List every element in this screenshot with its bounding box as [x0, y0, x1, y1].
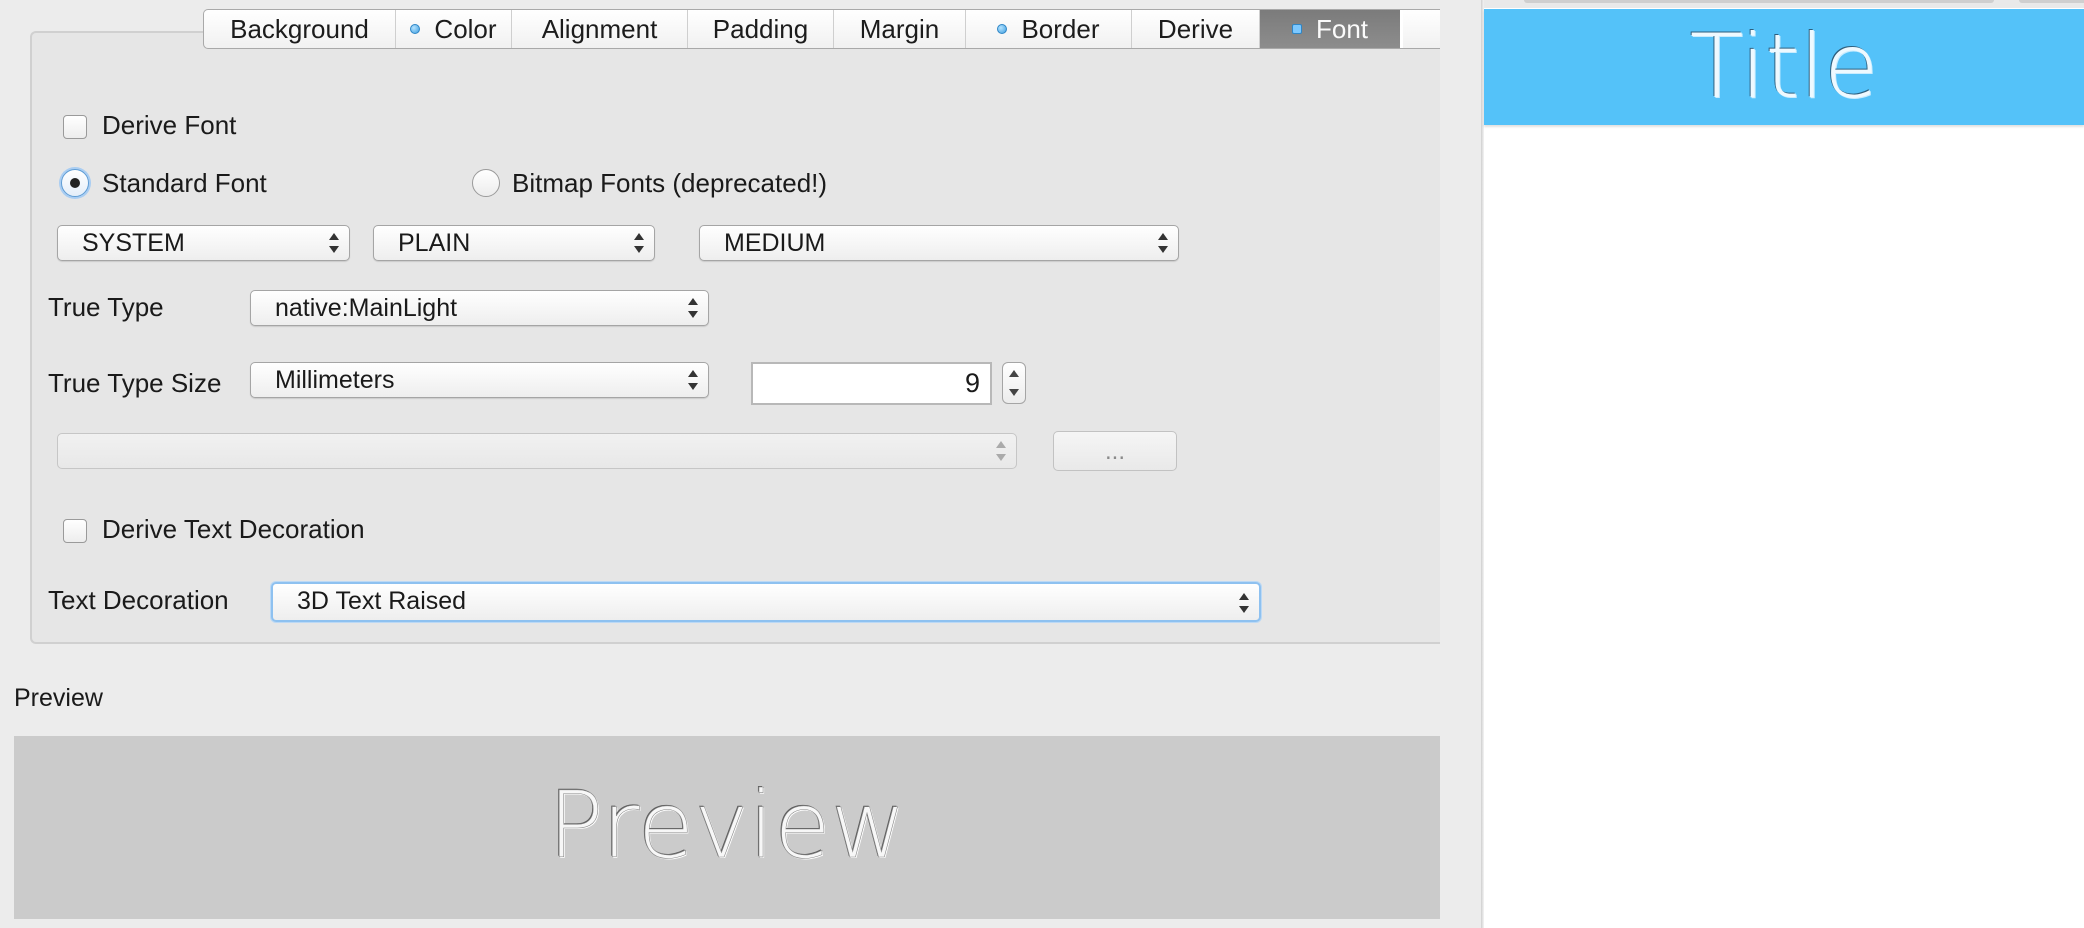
simulator-button-edge — [2019, 0, 2084, 3]
true-type-value: native:MainLight — [275, 294, 458, 322]
tab-label: Alignment — [541, 13, 658, 44]
standard-font-label: Standard Font — [102, 168, 267, 198]
derive-font-checkbox[interactable] — [63, 115, 87, 139]
simulator-field-edge — [1524, 0, 1994, 3]
tab-label: Padding — [712, 13, 809, 44]
font-style-value: PLAIN — [398, 229, 471, 257]
tab-label: Background — [230, 13, 369, 44]
size-stepper[interactable] — [1002, 362, 1026, 404]
simulator-canvas — [1484, 0, 2084, 928]
tab-margin[interactable]: Margin — [834, 10, 966, 48]
true-type-size-label: True Type Size — [48, 368, 222, 398]
tab-color[interactable]: Color — [396, 10, 512, 48]
preview-heading: Preview — [14, 684, 103, 712]
simulator-title-text: Title — [1689, 15, 1879, 118]
font-size-select[interactable]: MEDIUM — [699, 225, 1179, 261]
tab-derive[interactable]: Derive — [1132, 10, 1260, 48]
bitmap-fonts-label: Bitmap Fonts (deprecated!) — [512, 168, 828, 198]
derive-text-decoration-label: Derive Text Decoration — [102, 514, 365, 544]
updown-arrows-icon — [688, 370, 698, 390]
updown-arrows-icon — [634, 233, 644, 253]
derive-text-decoration-checkbox[interactable] — [63, 519, 87, 543]
derive-font-label: Derive Font — [102, 110, 237, 140]
updown-arrows-icon — [1239, 593, 1249, 613]
standard-font-radio[interactable] — [61, 169, 89, 197]
bitmap-fonts-radio[interactable] — [472, 169, 500, 197]
simulator-title-bar: Title — [1484, 9, 2084, 125]
updown-arrows-icon — [996, 441, 1006, 461]
style-tab-bar: Background Color Alignment Padding Margi… — [203, 9, 1440, 49]
text-decoration-value: 3D Text Raised — [297, 587, 467, 615]
updown-arrows-icon — [1158, 233, 1168, 253]
font-settings-panel — [30, 31, 1440, 644]
simulator-top-strip — [1484, 0, 2084, 8]
font-face-select[interactable]: SYSTEM — [57, 225, 350, 261]
tab-alignment[interactable]: Alignment — [512, 10, 688, 48]
tab-padding[interactable]: Padding — [688, 10, 834, 48]
size-unit-select[interactable]: Millimeters — [250, 362, 709, 398]
tab-label: Color — [434, 13, 497, 44]
tab-border[interactable]: Border — [966, 10, 1132, 48]
browse-button[interactable]: ... — [1053, 431, 1177, 471]
preview-sample-text: Preview — [547, 772, 907, 880]
tab-label: Font — [1315, 13, 1369, 44]
modified-dot-icon — [410, 24, 421, 34]
tab-label: Border — [1021, 13, 1100, 44]
font-style-select[interactable]: PLAIN — [373, 225, 655, 261]
font-size-value: MEDIUM — [724, 229, 826, 257]
text-decoration-label: Text Decoration — [48, 585, 229, 615]
true-type-size-input[interactable]: 9 — [751, 362, 992, 405]
tab-label: Margin — [859, 13, 940, 44]
stepper-up-icon[interactable] — [1009, 370, 1019, 377]
tab-font[interactable]: Font — [1260, 10, 1403, 48]
size-unit-value: Millimeters — [275, 366, 395, 394]
font-face-value: SYSTEM — [82, 229, 185, 257]
stepper-down-icon[interactable] — [1009, 389, 1019, 396]
text-decoration-select[interactable]: 3D Text Raised — [271, 582, 1261, 622]
tab-background[interactable]: Background — [204, 10, 396, 48]
preview-area: Preview — [14, 736, 1440, 919]
font-file-select[interactable] — [57, 433, 1017, 469]
updown-arrows-icon — [688, 298, 698, 318]
true-type-select[interactable]: native:MainLight — [250, 290, 709, 326]
true-type-label: True Type — [48, 292, 164, 322]
tab-label: Derive — [1157, 13, 1234, 44]
modified-dot-icon — [997, 24, 1008, 34]
modified-square-icon — [1291, 24, 1302, 34]
updown-arrows-icon — [329, 233, 339, 253]
